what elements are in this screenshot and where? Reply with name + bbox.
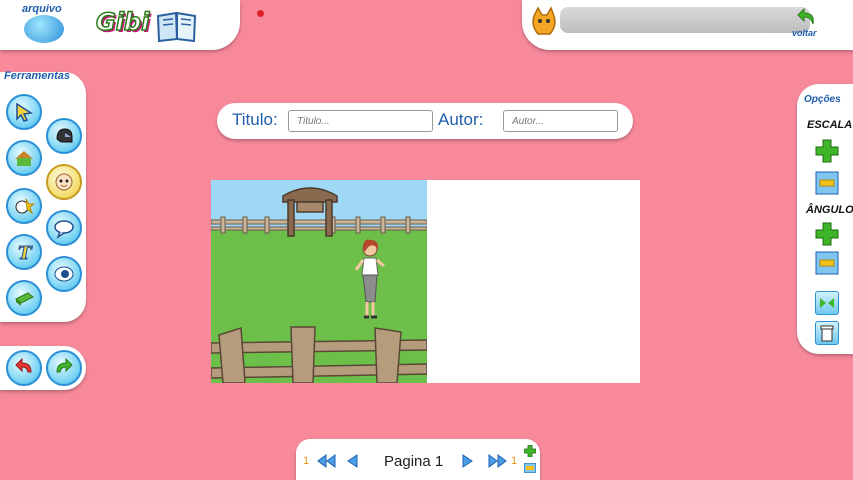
arquivo-icon[interactable]: [24, 15, 64, 43]
options-title: Opções: [804, 94, 841, 105]
options-panel: Opções ESCALA ÂNGULO: [797, 84, 853, 354]
objects-icon: [15, 198, 35, 215]
svg-text:T: T: [18, 243, 33, 263]
scale-increase-button[interactable]: [815, 139, 839, 163]
eye-tool[interactable]: [46, 256, 82, 292]
status-panel: voltar: [522, 0, 853, 50]
status-bar: [560, 7, 810, 33]
scale-label: ESCALA: [807, 119, 853, 131]
text-tool[interactable]: T: [6, 234, 42, 270]
title-label: Titulo:: [232, 110, 278, 129]
voltar-label: voltar: [792, 28, 817, 38]
title-input[interactable]: [288, 110, 433, 132]
trash-icon: [820, 325, 834, 342]
scenery-icon: [15, 151, 33, 166]
flip-button[interactable]: [815, 291, 839, 315]
title-author-bar: Titulo: Autor:: [217, 103, 633, 139]
angle-label: ÂNGULO: [806, 204, 853, 216]
return-arrow-icon: [797, 8, 814, 25]
farm-scene[interactable]: [211, 180, 427, 383]
last-page-number: 1: [511, 455, 518, 467]
next-page-button[interactable]: [462, 454, 474, 468]
paper-icon: [15, 292, 34, 306]
tools-title: Ferramentas: [4, 70, 71, 82]
character-tool[interactable]: [46, 164, 82, 200]
eye-icon: [54, 266, 74, 282]
speech-balloon-tool[interactable]: [46, 210, 82, 246]
undo-panel: [0, 346, 86, 390]
previous-page-button[interactable]: [346, 454, 358, 468]
author-input[interactable]: [503, 110, 618, 132]
cat-icon: [532, 6, 556, 35]
helmet-icon: [56, 128, 73, 143]
paper-tool[interactable]: [6, 280, 42, 316]
angle-increase-button[interactable]: [815, 222, 839, 246]
gibi-logo: Gibi: [95, 7, 150, 37]
first-page-number: 1: [303, 455, 310, 467]
author-label: Autor:: [438, 110, 484, 129]
delete-button[interactable]: [815, 321, 839, 345]
speech-balloon-icon: [54, 220, 74, 239]
angle-decrease-button[interactable]: [815, 251, 839, 275]
scenery-tool[interactable]: [6, 140, 42, 176]
cursor-tool[interactable]: [6, 94, 42, 130]
voltar-button[interactable]: voltar: [790, 8, 830, 42]
record-indicator: [257, 10, 264, 17]
last-page-button[interactable]: [488, 454, 508, 468]
undo-button[interactable]: [6, 350, 42, 386]
flip-icon: [820, 298, 834, 308]
redo-icon: [56, 357, 73, 373]
page-label: Pagina 1: [384, 453, 444, 470]
comic-canvas[interactable]: [211, 180, 640, 383]
add-page-button[interactable]: [524, 445, 536, 457]
undo-icon: [15, 357, 32, 373]
tools-panel: Ferramentas T: [0, 70, 86, 322]
text-icon: T: [18, 243, 34, 264]
remove-page-button[interactable]: [524, 463, 536, 473]
cursor-icon: [16, 102, 34, 122]
file-panel: arquivo Gibi: [0, 0, 264, 50]
helmet-tool[interactable]: [46, 118, 82, 154]
first-page-button[interactable]: [316, 454, 336, 468]
scale-decrease-button[interactable]: [815, 171, 839, 195]
book-icon[interactable]: [156, 10, 198, 42]
redo-button[interactable]: [46, 350, 82, 386]
arquivo-label: arquivo: [22, 3, 62, 15]
objects-tool[interactable]: [6, 188, 42, 224]
pagination-bar: 1 Pagina 1 1: [296, 439, 540, 480]
character-icon: [55, 173, 73, 191]
